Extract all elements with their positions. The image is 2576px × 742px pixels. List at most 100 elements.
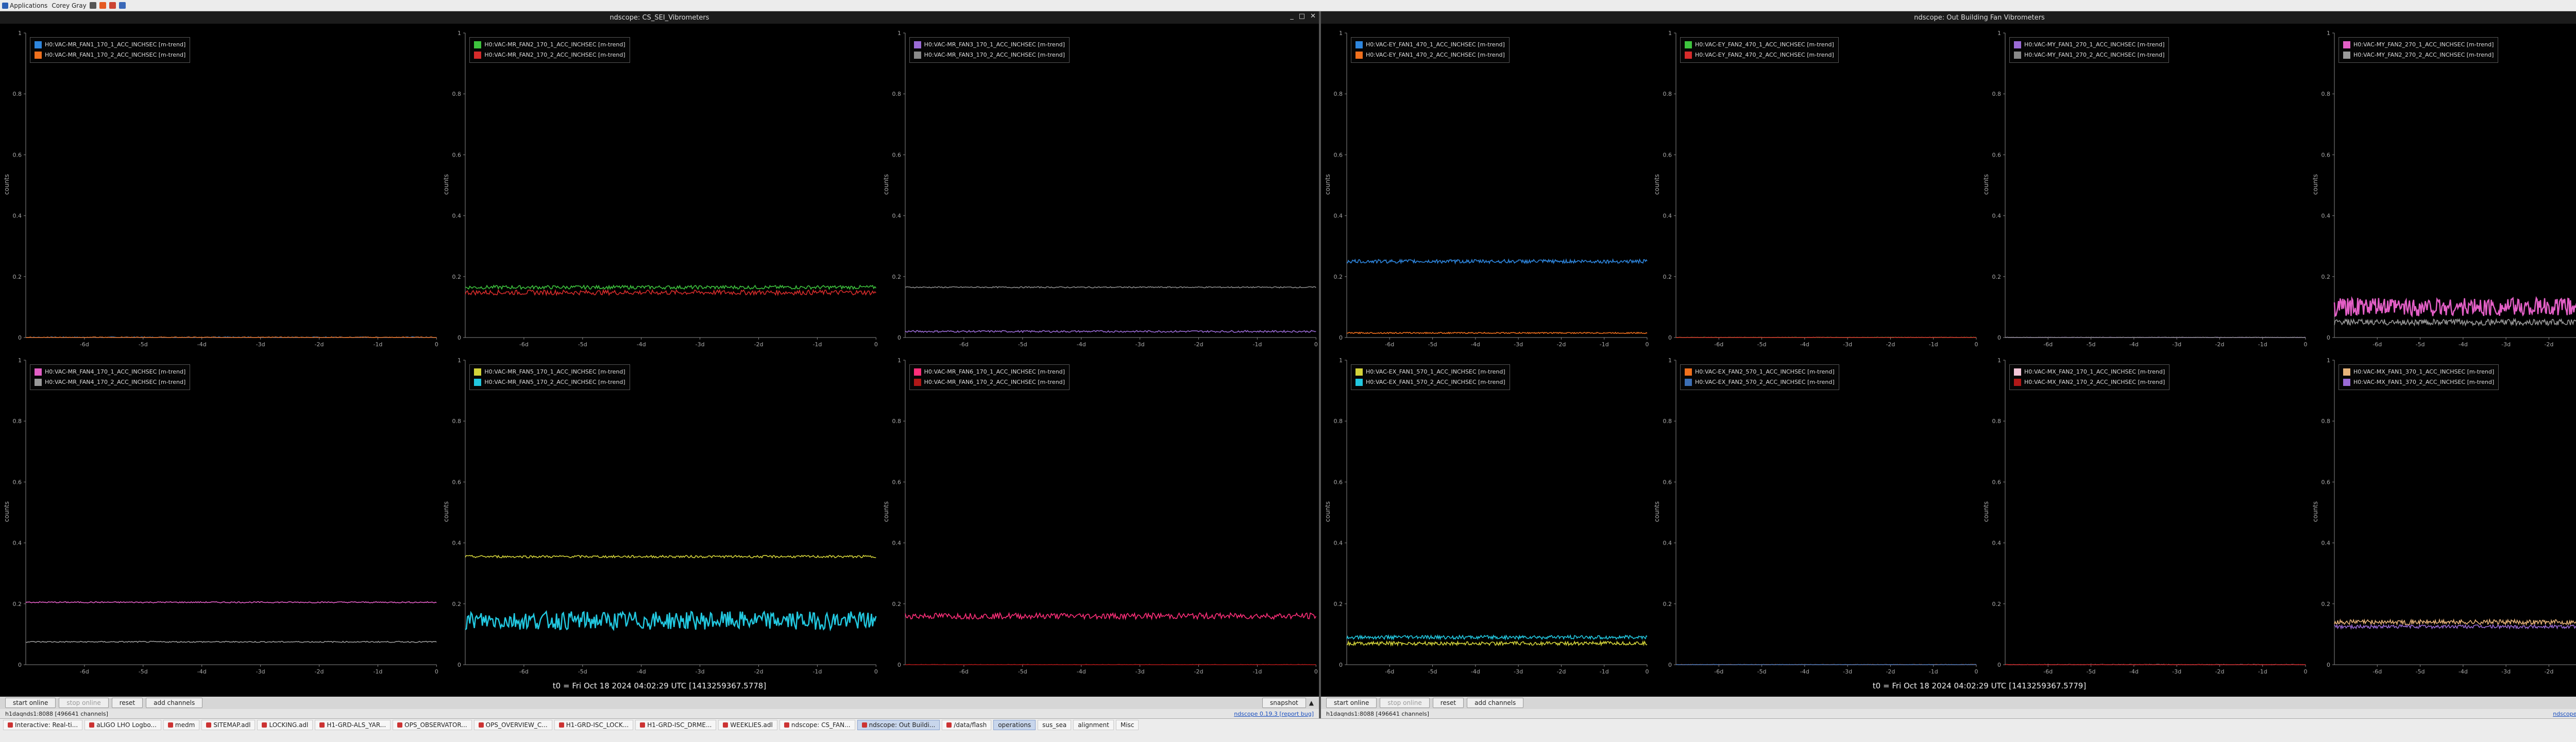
app-icon[interactable]	[109, 2, 116, 9]
taskbar-item[interactable]: SITEMAP.adl	[201, 720, 256, 730]
plot-canvas[interactable]: 00.20.40.60.81-6d-5d-4d-3d-2d-1d0	[0, 351, 439, 678]
window-titlebar[interactable]: ndscope: CS_SEI_Vibrometers _ □ ✕	[0, 11, 1319, 24]
plot-legend[interactable]: H0:VAC-MR_FAN2_170_1_ACC_INCHSEC [m-tren…	[469, 37, 630, 63]
plot-panel[interactable]: 00.20.40.60.81-6d-5d-4d-3d-2d-1d0countsH…	[2309, 351, 2576, 678]
plot-panel[interactable]: 00.20.40.60.81-6d-5d-4d-3d-2d-1d0countsH…	[879, 351, 1319, 678]
maximize-icon[interactable]: □	[1299, 12, 1305, 20]
firefox-icon[interactable]	[99, 2, 106, 9]
plot-canvas[interactable]: 00.20.40.60.81-6d-5d-4d-3d-2d-1d0	[0, 24, 439, 351]
legend-entry[interactable]: H0:VAC-MY_FAN2_270_2_ACC_INCHSEC [m-tren…	[2343, 50, 2494, 60]
legend-entry[interactable]: H0:VAC-EY_FAN1_470_1_ACC_INCHSEC [m-tren…	[1355, 40, 1505, 50]
taskbar-item[interactable]: LOCKING.adl	[257, 720, 313, 730]
plot-legend[interactable]: H0:VAC-MX_FAN2_170_1_ACC_INCHSEC [m-tren…	[2009, 364, 2170, 390]
plot-canvas[interactable]: 00.20.40.60.81-6d-5d-4d-3d-2d-1d0	[1650, 351, 1979, 678]
legend-entry[interactable]: H0:VAC-EX_FAN2_570_1_ACC_INCHSEC [m-tren…	[1685, 367, 1835, 377]
plot-legend[interactable]: H0:VAC-EY_FAN1_470_1_ACC_INCHSEC [m-tren…	[1351, 37, 1510, 63]
plot-canvas[interactable]: 00.20.40.60.81-6d-5d-4d-3d-2d-1d0	[1321, 24, 1650, 351]
collapse-icon[interactable]: ▲	[1309, 699, 1314, 706]
plot-legend[interactable]: H0:VAC-MR_FAN5_170_1_ACC_INCHSEC [m-tren…	[469, 364, 630, 390]
plot-canvas[interactable]: 00.20.40.60.81-6d-5d-4d-3d-2d-1d0	[2309, 351, 2576, 678]
plot-canvas[interactable]: 00.20.40.60.81-6d-5d-4d-3d-2d-1d0	[1321, 351, 1650, 678]
legend-entry[interactable]: H0:VAC-MR_FAN6_170_2_ACC_INCHSEC [m-tren…	[913, 377, 1065, 387]
applications-menu[interactable]: Applications	[0, 0, 49, 11]
workspace-switcher-item[interactable]: operations	[993, 720, 1036, 730]
legend-entry[interactable]: H0:VAC-MY_FAN1_270_1_ACC_INCHSEC [m-tren…	[2014, 40, 2164, 50]
taskbar-item[interactable]: OPS_OVERVIEW_C...	[473, 720, 552, 730]
plot-canvas[interactable]: 00.20.40.60.81-6d-5d-4d-3d-2d-1d0	[1650, 24, 1979, 351]
plot-legend[interactable]: H0:VAC-EY_FAN2_470_1_ACC_INCHSEC [m-tren…	[1680, 37, 1839, 63]
taskbar-item[interactable]: ndscope: CS_FAN...	[779, 720, 855, 730]
legend-entry[interactable]: H0:VAC-MR_FAN3_170_2_ACC_INCHSEC [m-tren…	[913, 50, 1065, 60]
plot-panel[interactable]: 00.20.40.60.81-6d-5d-4d-3d-2d-1d0countsH…	[1979, 351, 2309, 678]
plot-legend[interactable]: H0:VAC-MR_FAN1_170_1_ACC_INCHSEC [m-tren…	[30, 37, 191, 63]
plot-canvas[interactable]: 00.20.40.60.81-6d-5d-4d-3d-2d-1d0	[1979, 24, 2309, 351]
plot-canvas[interactable]: 00.20.40.60.81-6d-5d-4d-3d-2d-1d0	[439, 24, 879, 351]
stop-online-button[interactable]: stop online	[1380, 698, 1430, 708]
taskbar-item[interactable]: H1-GRD-ISC_DRME...	[635, 720, 717, 730]
plot-panel[interactable]: 00.20.40.60.81-6d-5d-4d-3d-2d-1d0countsH…	[879, 24, 1319, 351]
plot-legend[interactable]: H0:VAC-EX_FAN2_570_1_ACC_INCHSEC [m-tren…	[1680, 364, 1839, 390]
plot-panel[interactable]: 00.20.40.60.81-6d-5d-4d-3d-2d-1d0countsH…	[1321, 351, 1650, 678]
plot-panel[interactable]: 00.20.40.60.81-6d-5d-4d-3d-2d-1d0countsH…	[439, 351, 879, 678]
legend-entry[interactable]: H0:VAC-MR_FAN2_170_1_ACC_INCHSEC [m-tren…	[474, 40, 625, 50]
workspace-switcher-item[interactable]: alignment	[1073, 720, 1114, 730]
taskbar-item[interactable]: Interactive: Real-ti...	[3, 720, 83, 730]
plot-legend[interactable]: H0:VAC-EX_FAN1_570_1_ACC_INCHSEC [m-tren…	[1351, 364, 1510, 390]
legend-entry[interactable]: H0:VAC-MR_FAN4_170_1_ACC_INCHSEC [m-tren…	[35, 367, 185, 377]
minimize-icon[interactable]: _	[1290, 12, 1294, 20]
taskbar-item[interactable]: /data/flash	[942, 720, 992, 730]
plot-panel[interactable]: 00.20.40.60.81-6d-5d-4d-3d-2d-1d0countsH…	[1650, 351, 1979, 678]
legend-entry[interactable]: H0:VAC-EX_FAN2_570_2_ACC_INCHSEC [m-tren…	[1685, 377, 1835, 387]
taskbar-item[interactable]: H1-GRD-ISC_LOCK...	[554, 720, 634, 730]
plot-canvas[interactable]: 00.20.40.60.81-6d-5d-4d-3d-2d-1d0	[879, 351, 1319, 678]
legend-entry[interactable]: H0:VAC-MX_FAN2_170_2_ACC_INCHSEC [m-tren…	[2014, 377, 2165, 387]
plot-panel[interactable]: 00.20.40.60.81-6d-5d-4d-3d-2d-1d0countsH…	[0, 24, 439, 351]
stop-online-button[interactable]: stop online	[59, 698, 109, 708]
add-channels-button[interactable]: add channels	[146, 698, 203, 708]
legend-entry[interactable]: H0:VAC-MY_FAN2_270_1_ACC_INCHSEC [m-tren…	[2343, 40, 2494, 50]
plot-canvas[interactable]: 00.20.40.60.81-6d-5d-4d-3d-2d-1d0	[879, 24, 1319, 351]
legend-entry[interactable]: H0:VAC-EY_FAN2_470_2_ACC_INCHSEC [m-tren…	[1685, 50, 1834, 60]
start-online-button[interactable]: start online	[1326, 698, 1377, 708]
legend-entry[interactable]: H0:VAC-MX_FAN1_370_2_ACC_INCHSEC [m-tren…	[2343, 377, 2494, 387]
plot-panel[interactable]: 00.20.40.60.81-6d-5d-4d-3d-2d-1d0countsH…	[2309, 24, 2576, 351]
legend-entry[interactable]: H0:VAC-MR_FAN1_170_2_ACC_INCHSEC [m-tren…	[35, 50, 185, 60]
plot-canvas[interactable]: 00.20.40.60.81-6d-5d-4d-3d-2d-1d0	[1979, 351, 2309, 678]
taskbar-item[interactable]: OPS_OBSERVATOR...	[393, 720, 472, 730]
workspace-switcher-item[interactable]: sus_sea	[1038, 720, 1072, 730]
legend-entry[interactable]: H0:VAC-MR_FAN5_170_1_ACC_INCHSEC [m-tren…	[474, 367, 625, 377]
reset-button[interactable]: reset	[111, 698, 143, 708]
plot-legend[interactable]: H0:VAC-MX_FAN1_370_1_ACC_INCHSEC [m-tren…	[2338, 364, 2499, 390]
legend-entry[interactable]: H0:VAC-MR_FAN6_170_1_ACC_INCHSEC [m-tren…	[913, 367, 1065, 377]
taskbar-item[interactable]: medm	[163, 720, 200, 730]
reset-button[interactable]: reset	[1432, 698, 1464, 708]
legend-entry[interactable]: H0:VAC-MR_FAN1_170_1_ACC_INCHSEC [m-tren…	[35, 40, 185, 50]
snapshot-button[interactable]: snapshot	[1262, 698, 1306, 708]
plot-panel[interactable]: 00.20.40.60.81-6d-5d-4d-3d-2d-1d0countsH…	[1321, 24, 1650, 351]
taskbar-item[interactable]: H1-GRD-ALS_YAR...	[315, 720, 391, 730]
legend-entry[interactable]: H0:VAC-MY_FAN1_270_2_ACC_INCHSEC [m-tren…	[2014, 50, 2164, 60]
user-menu[interactable]: Corey Gray	[49, 0, 127, 11]
plot-legend[interactable]: H0:VAC-MR_FAN4_170_1_ACC_INCHSEC [m-tren…	[30, 364, 191, 390]
plot-panel[interactable]: 00.20.40.60.81-6d-5d-4d-3d-2d-1d0countsH…	[1979, 24, 2309, 351]
legend-entry[interactable]: H0:VAC-MX_FAN1_370_1_ACC_INCHSEC [m-tren…	[2343, 367, 2494, 377]
plot-legend[interactable]: H0:VAC-MY_FAN1_270_1_ACC_INCHSEC [m-tren…	[2009, 37, 2170, 63]
legend-entry[interactable]: H0:VAC-EY_FAN2_470_1_ACC_INCHSEC [m-tren…	[1685, 40, 1834, 50]
add-channels-button[interactable]: add channels	[1467, 698, 1524, 708]
plot-legend[interactable]: H0:VAC-MR_FAN3_170_1_ACC_INCHSEC [m-tren…	[909, 37, 1070, 63]
plot-canvas[interactable]: 00.20.40.60.81-6d-5d-4d-3d-2d-1d0	[2309, 24, 2576, 351]
close-icon[interactable]: ✕	[1310, 12, 1316, 20]
plot-legend[interactable]: H0:VAC-MR_FAN6_170_1_ACC_INCHSEC [m-tren…	[909, 364, 1070, 390]
plot-legend[interactable]: H0:VAC-MY_FAN2_270_1_ACC_INCHSEC [m-tren…	[2338, 37, 2499, 63]
taskbar-item[interactable]: WEEKLIES.adl	[718, 720, 777, 730]
plot-panel[interactable]: 00.20.40.60.81-6d-5d-4d-3d-2d-1d0countsH…	[439, 24, 879, 351]
legend-entry[interactable]: H0:VAC-MR_FAN5_170_2_ACC_INCHSEC [m-tren…	[474, 377, 625, 387]
legend-entry[interactable]: H0:VAC-EY_FAN1_470_2_ACC_INCHSEC [m-tren…	[1355, 50, 1505, 60]
legend-entry[interactable]: H0:VAC-MX_FAN2_170_1_ACC_INCHSEC [m-tren…	[2014, 367, 2165, 377]
legend-entry[interactable]: H0:VAC-MR_FAN4_170_2_ACC_INCHSEC [m-tren…	[35, 377, 185, 387]
plot-panel[interactable]: 00.20.40.60.81-6d-5d-4d-3d-2d-1d0countsH…	[1650, 24, 1979, 351]
taskbar-item[interactable]: aLIGO LHO Logbo...	[84, 720, 161, 730]
terminal-icon[interactable]	[89, 2, 96, 9]
legend-entry[interactable]: H0:VAC-MR_FAN3_170_1_ACC_INCHSEC [m-tren…	[913, 40, 1065, 50]
legend-entry[interactable]: H0:VAC-EX_FAN1_570_2_ACC_INCHSEC [m-tren…	[1355, 377, 1505, 387]
